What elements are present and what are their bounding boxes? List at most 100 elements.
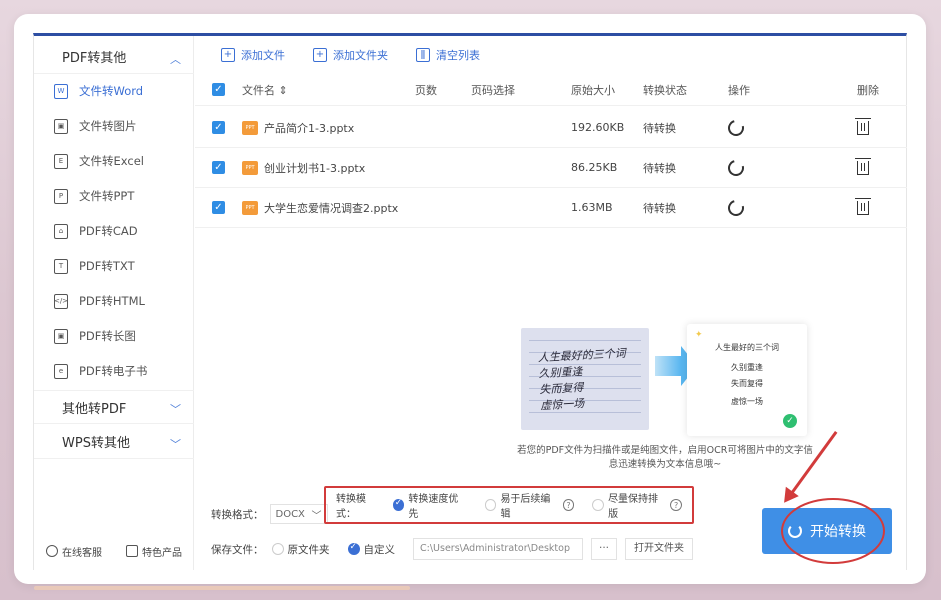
main-panel: + 添加文件 + 添加文件夹 ǁ 清空列表 ✓ 文件名 ⇕ 页数 页码选择 原始…: [195, 36, 907, 570]
header-page-select: 页码选择: [471, 83, 515, 97]
refresh-icon[interactable]: [725, 196, 747, 219]
featured-products-button[interactable]: 特色产品: [126, 544, 182, 559]
ppt-icon: P: [54, 188, 68, 204]
add-folder-label: 添加文件夹: [333, 49, 388, 62]
handwritten-note-image: 人生最好的三个词 久别重逢 失而复得 虚惊一场: [521, 328, 649, 430]
group-label: WPS转其他: [62, 436, 130, 451]
save-option-original[interactable]: 原文件夹: [271, 542, 330, 557]
table-row: ✓ PPT 产品简介1-3.pptx 192.60KB 待转换: [195, 108, 907, 148]
header-file-name[interactable]: 文件名 ⇕: [242, 82, 288, 98]
html-icon: </>: [54, 293, 68, 309]
sidebar-item-label: PDF转长图: [79, 329, 136, 343]
sidebar-item-label: 文件转Word: [79, 84, 144, 98]
clear-list-label: 清空列表: [436, 49, 480, 62]
refresh-icon[interactable]: [725, 116, 747, 139]
row-checkbox[interactable]: ✓: [212, 161, 225, 174]
help-icon[interactable]: ?: [670, 499, 682, 511]
pptx-file-icon: PPT: [242, 120, 258, 135]
file-status: 待转换: [643, 161, 676, 175]
sidebar-item-file-to-image[interactable]: ▣ 文件转图片: [34, 111, 194, 141]
mode-option-label: 尽量保持排版: [608, 494, 659, 520]
save-path-input[interactable]: C:\Users\Administrator\Desktop: [413, 538, 583, 560]
add-file-button[interactable]: + 添加文件: [221, 47, 285, 63]
sidebar-item-file-to-excel[interactable]: E 文件转Excel: [34, 146, 194, 176]
file-status: 待转换: [643, 201, 676, 215]
file-name-cell: PPT 创业计划书1-3.pptx: [242, 160, 365, 176]
file-status: 待转换: [643, 121, 676, 135]
delete-icon[interactable]: [855, 117, 871, 135]
sidebar-item-pdf-to-txt[interactable]: T PDF转TXT: [34, 251, 194, 281]
open-folder-button[interactable]: 打开文件夹: [625, 538, 693, 560]
file-name: 产品简介1-3.pptx: [264, 121, 355, 135]
mode-option-speed[interactable]: 转换速度优先: [392, 490, 467, 520]
add-folder-button[interactable]: + 添加文件夹: [313, 47, 388, 63]
format-select[interactable]: DOCX ﹀: [269, 504, 328, 524]
file-size: 1.63MB: [571, 201, 613, 214]
header-pages: 页数: [415, 83, 437, 97]
ocr-caption: 若您的PDF文件为扫描件或是纯图文件，启用OCR可将图片中的文字信息迅速转换为文…: [517, 445, 813, 470]
header-size: 原始大小: [571, 83, 615, 97]
radio-icon: [592, 499, 605, 511]
save-option-custom[interactable]: 自定义: [347, 542, 396, 557]
format-setting: 转换格式： DOCX ﹀: [211, 504, 328, 524]
header-delete: 删除: [857, 83, 879, 97]
pptx-file-icon: PPT: [242, 200, 258, 215]
mode-option-label: 转换速度优先: [408, 494, 459, 520]
sidebar-group-wps-to-other[interactable]: WPS转其他 ﹀: [34, 425, 194, 459]
doc-line: 久别重逢: [731, 363, 763, 372]
sidebar-group-other-to-pdf[interactable]: 其他转PDF ﹀: [34, 390, 194, 424]
group-label: PDF转其他: [62, 51, 127, 66]
doc-line: 失而复得: [731, 379, 763, 388]
online-support-button[interactable]: 在线客服: [46, 544, 102, 559]
file-size: 86.25KB: [571, 161, 618, 174]
sidebar-item-pdf-to-long-image[interactable]: ▣ PDF转长图: [34, 321, 194, 351]
chevron-up-icon: ︿: [170, 52, 181, 66]
sidebar-item-pdf-to-ebook[interactable]: e PDF转电子书: [34, 356, 194, 386]
app-window: PDF转其他 ︿ W 文件转Word ▣ 文件转图片 E 文件转Excel P …: [33, 33, 907, 570]
delete-icon[interactable]: [855, 157, 871, 175]
radio-checked-icon: [347, 542, 360, 555]
sidebar-item-label: PDF转HTML: [79, 294, 145, 308]
sidebar-item-label: PDF转电子书: [79, 364, 148, 378]
add-file-label: 添加文件: [241, 49, 285, 62]
sparkle-icon: ✦: [695, 330, 703, 340]
table-row: ✓ PPT 大学生恋爱情况调查2.pptx 1.63MB 待转换: [195, 188, 907, 228]
select-all-checkbox[interactable]: ✓: [212, 83, 225, 96]
sidebar-footer: 在线客服 特色产品: [34, 536, 194, 566]
save-setting: 保存文件： 原文件夹 自定义 C:\Users\Administrator\De…: [211, 538, 693, 560]
arrow-right-icon: [655, 346, 697, 386]
online-support-label: 在线客服: [62, 547, 102, 559]
chevron-down-icon: ﹀: [170, 403, 181, 416]
row-checkbox[interactable]: ✓: [212, 201, 225, 214]
mode-option-layout[interactable]: 尽量保持排版 ?: [592, 490, 682, 520]
help-icon[interactable]: ?: [562, 499, 575, 511]
sidebar-item-file-to-ppt[interactable]: P 文件转PPT: [34, 181, 194, 211]
doc-line: 人生最好的三个词: [715, 343, 779, 352]
format-value: DOCX: [275, 508, 305, 520]
file-name: 大学生恋爱情况调查2.pptx: [264, 201, 399, 215]
long-image-icon: ▣: [54, 328, 68, 344]
header-action: 操作: [728, 83, 750, 97]
save-option-label: 自定义: [363, 543, 396, 556]
sidebar-item-pdf-to-cad[interactable]: ⌂ PDF转CAD: [34, 216, 194, 246]
file-name-cell: PPT 大学生恋爱情况调查2.pptx: [242, 200, 398, 216]
delete-icon[interactable]: [855, 197, 871, 215]
refresh-icon[interactable]: [725, 156, 747, 179]
ebook-icon: e: [54, 363, 68, 379]
sidebar-item-pdf-to-html[interactable]: </> PDF转HTML: [34, 286, 194, 316]
clear-list-button[interactable]: ǁ 清空列表: [416, 47, 480, 63]
ocr-promo: 人生最好的三个词 久别重逢 失而复得 虚惊一场 ✦ 人生最好的三个词 久别重逢 …: [505, 318, 825, 493]
row-checkbox[interactable]: ✓: [212, 121, 225, 134]
recognized-document: ✦ 人生最好的三个词 久别重逢 失而复得 虚惊一场 ✓: [687, 324, 807, 436]
chevron-down-icon: ﹀: [311, 510, 322, 522]
sidebar-item-file-to-word[interactable]: W 文件转Word: [34, 76, 194, 106]
products-icon: [126, 545, 138, 557]
table-header: ✓ 文件名 ⇕ 页数 页码选择 原始大小 转换状态 操作 删除: [195, 74, 907, 106]
check-circle-icon: ✓: [783, 414, 797, 428]
mode-option-editable[interactable]: 易于后续编辑 ?: [484, 490, 575, 520]
browse-button[interactable]: ···: [591, 538, 617, 560]
add-file-icon: +: [221, 48, 235, 62]
toolbar: + 添加文件 + 添加文件夹 ǁ 清空列表: [195, 36, 907, 74]
header-status: 转换状态: [643, 83, 687, 97]
sidebar-group-pdf-to-other[interactable]: PDF转其他 ︿: [34, 40, 194, 74]
